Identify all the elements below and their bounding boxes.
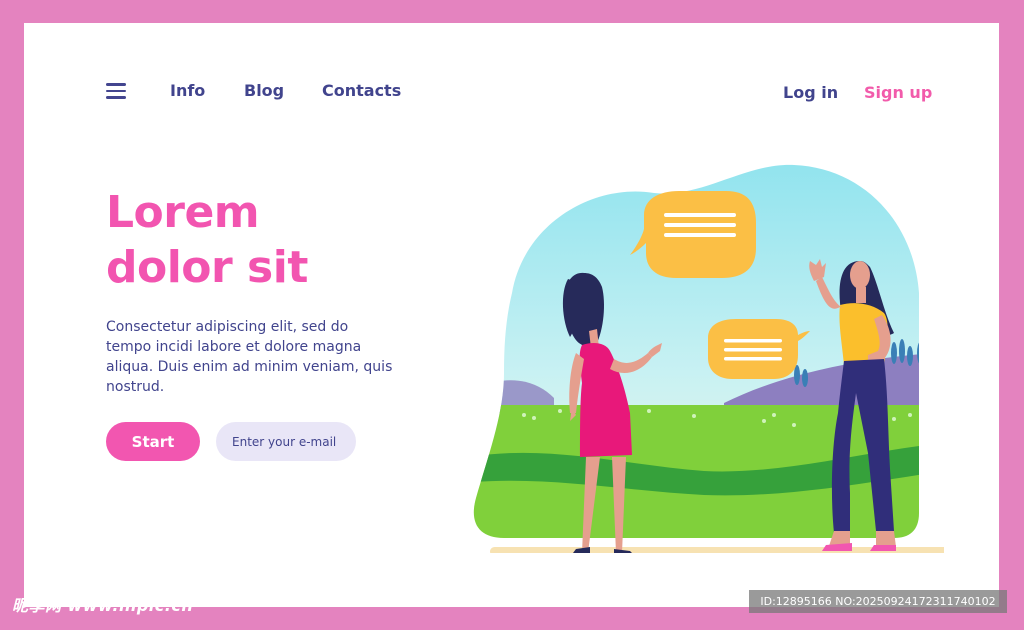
hamburger-menu-icon[interactable] — [106, 83, 126, 99]
nav-item-contacts[interactable]: Contacts — [322, 81, 401, 100]
nav-item-info[interactable]: Info — [170, 81, 205, 100]
watermark-right: ID:12895166 NO:20250924172311740102 — [749, 590, 1007, 613]
nav-item-blog[interactable]: Blog — [244, 81, 284, 100]
email-input[interactable] — [216, 422, 356, 461]
watermark-left: 昵享网 www.nipic.cn — [12, 596, 194, 615]
landing-page: Info Blog Contacts Log in Sign up Lorem … — [24, 23, 999, 607]
hero-title-line-1: Lorem — [106, 187, 260, 238]
hero-title-line-2: dolor sit — [106, 242, 308, 293]
speech-bubble-1 — [630, 191, 756, 278]
hero-description: Consectetur adipiscing elit, sed do temp… — [106, 319, 393, 395]
hero-title: Lorem dolor sit — [106, 185, 406, 295]
chat-illustration — [473, 164, 944, 553]
login-link[interactable]: Log in — [783, 83, 838, 102]
signup-link[interactable]: Sign up — [864, 83, 932, 102]
start-button[interactable]: Start — [106, 422, 200, 461]
